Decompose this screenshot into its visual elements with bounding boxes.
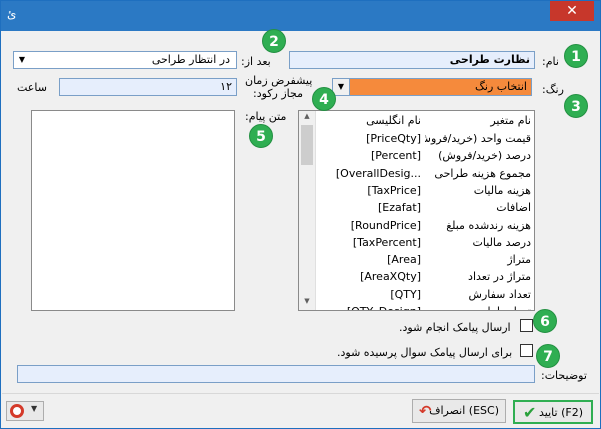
title-bar[interactable]: ﺉ ✕ [1, 1, 600, 31]
annotation-marker-1: 1 [564, 44, 588, 68]
variable-english-name: [TaxPrice] [367, 183, 421, 197]
chevron-down-icon[interactable]: ▼ [15, 52, 29, 68]
variable-english-name: [Percent] [371, 149, 421, 163]
annotation-marker-5: 5 [249, 124, 273, 148]
default-time-label-line2: مجاز رکود: [253, 87, 303, 100]
variable-english-name: [PriceQty] [366, 132, 421, 145]
chevron-down-icon: ▼ [337, 82, 345, 91]
color-picker[interactable]: انتخاب رنگ [349, 78, 532, 96]
name-input[interactable]: نظارت طراحی [289, 51, 535, 69]
annotation-marker-2: 2 [262, 29, 286, 53]
variable-name: اضافات [496, 201, 531, 215]
variable-row[interactable]: [Ezafat] اضافات [317, 201, 534, 218]
cancel-button[interactable]: ↶ (ESC) انصراف [412, 399, 506, 423]
variable-english-name: [Ezafat] [378, 201, 421, 215]
close-button[interactable]: ✕ [550, 1, 594, 21]
default-time-label-line1: پیشفرض زمان [245, 74, 313, 87]
description-input[interactable] [17, 365, 535, 383]
annotation-marker-3: 3 [564, 94, 588, 118]
variable-name: قیمت واحد (خرید/فروش) [425, 132, 531, 145]
after-select[interactable]: در انتظار طراحی [13, 51, 237, 69]
window-title: ﺉ [7, 7, 17, 21]
variables-scrollbar[interactable]: ▲ ▼ [299, 111, 316, 310]
variable-row[interactable]: [Area] متراژ [317, 253, 534, 270]
help-button[interactable]: ▼ [6, 401, 44, 421]
send-sms-checkbox[interactable] [520, 319, 533, 332]
annotation-marker-6: 6 [533, 309, 557, 333]
variable-row[interactable]: [QTY_Design] تعداد طراحی [317, 305, 534, 310]
name-label: نام: [542, 55, 559, 68]
hour-label: ساعت [17, 81, 47, 94]
scroll-down-icon[interactable]: ▼ [301, 297, 313, 309]
description-label: توضیحات: [541, 369, 587, 382]
chevron-down-icon[interactable]: ▼ [31, 404, 37, 413]
variable-row[interactable]: [QTY] تعداد سفارش [317, 287, 534, 305]
cancel-button-label: (ESC) انصراف [429, 404, 499, 417]
variable-name: درصد (خرید/فروش) [438, 149, 531, 163]
lifebuoy-icon [10, 404, 24, 418]
variable-name: متراژ [507, 253, 531, 267]
color-label: رنگ: [542, 83, 564, 96]
variable-name: تعداد طراحی [425, 305, 531, 310]
message-label: متن پیام: [245, 110, 287, 123]
header-english-name: نام انگلیسی [366, 114, 421, 127]
variable-name: درصد مالیات [472, 235, 531, 249]
variable-name: هزینه مالیات [473, 183, 531, 197]
annotation-marker-4: 4 [312, 87, 336, 111]
variable-english-name: [RoundPrice] [350, 218, 421, 232]
variable-row[interactable]: [PriceQty] قیمت واحد (خرید/فروش) [317, 132, 534, 149]
variable-english-name: [QTY] [390, 287, 421, 301]
variable-english-name: [AreaXQty] [360, 270, 421, 284]
default-time-input[interactable]: ۱۲ [59, 78, 237, 96]
variable-english-name: [QTY_Design] [323, 305, 421, 310]
annotation-marker-7: 7 [536, 344, 560, 368]
variable-name: تعداد سفارش [468, 287, 531, 301]
variable-name: متراژ در تعداد [468, 270, 531, 284]
after-select-value: در انتظار طراحی [151, 53, 230, 66]
variable-english-name: [Area] [387, 253, 421, 267]
variable-english-name: [TaxPercent] [352, 235, 421, 249]
ok-button[interactable]: ✔ (F2) تایید [513, 400, 593, 424]
variable-row[interactable]: [RoundPrice] هزینه رندشده مبلغ [317, 218, 534, 236]
variables-list[interactable]: ▲ ▼ نام انگلیسی نام متغیر [PriceQty] قیمت… [298, 110, 535, 311]
variable-row[interactable]: [OverallDesig... مجموع هزینه طراحی [317, 166, 534, 184]
footer-divider [2, 393, 599, 394]
variables-header: نام انگلیسی نام متغیر [317, 114, 534, 131]
ask-sms-checkbox[interactable] [520, 344, 533, 357]
scroll-thumb[interactable] [301, 125, 313, 165]
send-sms-label: ارسال پیامک انجام شود. [399, 321, 511, 334]
after-label: بعد از: [241, 55, 271, 68]
scroll-up-icon[interactable]: ▲ [301, 112, 313, 124]
variable-row[interactable]: [TaxPercent] درصد مالیات [317, 235, 534, 253]
ask-sms-label: برای ارسال پیامک سوال پرسیده شود. [337, 346, 513, 359]
header-variable-name: نام متغیر [490, 114, 531, 127]
color-picker-value: انتخاب رنگ [475, 80, 527, 93]
variable-row[interactable]: [AreaXQty] متراژ در تعداد [317, 270, 534, 287]
variable-name: مجموع هزینه طراحی [434, 166, 531, 180]
dialog-window: ﺉ ✕ نام: نظارت طراحی بعد از: در انتظار ط… [0, 0, 601, 429]
variable-row[interactable]: [Percent] درصد (خرید/فروش) [317, 149, 534, 166]
check-icon: ✔ [523, 403, 537, 422]
variable-name: هزینه رندشده مبلغ [446, 218, 531, 232]
message-textarea[interactable] [31, 110, 235, 311]
ok-button-label: (F2) تایید [539, 406, 583, 419]
variable-english-name: [OverallDesig... [335, 166, 421, 180]
variable-row[interactable]: [TaxPrice] هزینه مالیات [317, 183, 534, 201]
